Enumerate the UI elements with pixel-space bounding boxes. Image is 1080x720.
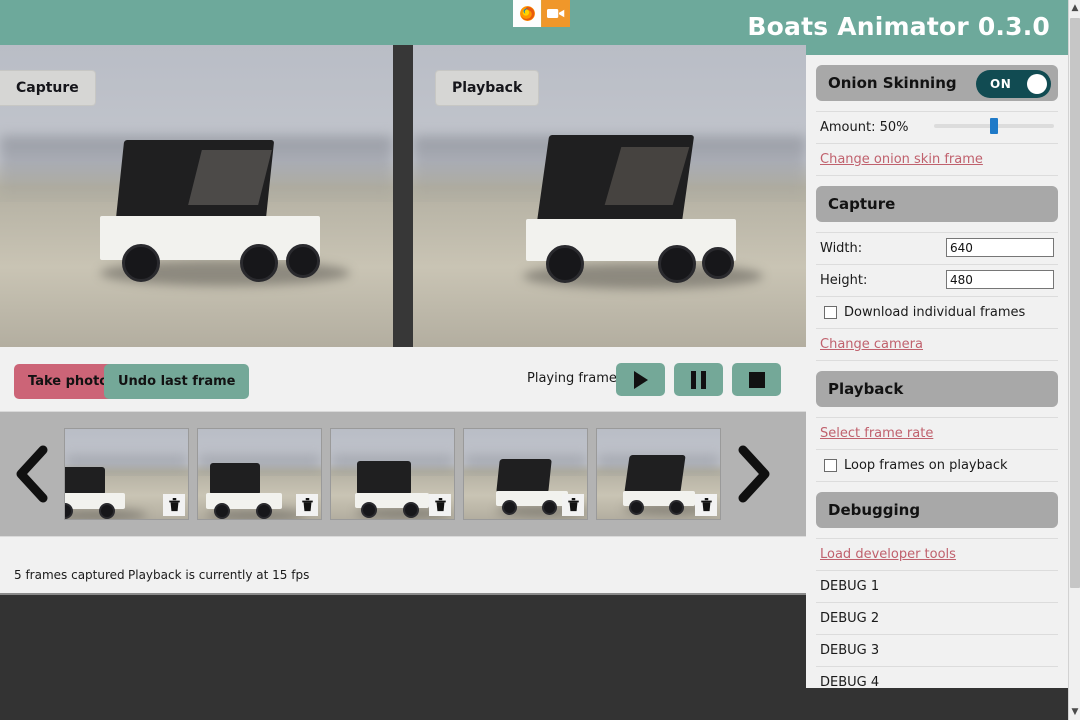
playback-preview[interactable]: Playback bbox=[413, 45, 806, 347]
frame-reel bbox=[0, 412, 806, 536]
onion-amount-slider[interactable] bbox=[934, 118, 1054, 134]
chevron-left-icon bbox=[16, 445, 48, 503]
playback-label: Playback bbox=[435, 70, 540, 106]
load-developer-tools-row: Load developer tools bbox=[816, 538, 1058, 571]
section-header-playback: Playback bbox=[816, 371, 1058, 407]
slider-thumb[interactable] bbox=[990, 118, 998, 134]
download-individual-frames-label: Download individual frames bbox=[844, 305, 1026, 320]
debug-label-4: DEBUG 4 bbox=[820, 675, 880, 688]
delete-frame-button[interactable] bbox=[163, 494, 185, 516]
reel-prev-button[interactable] bbox=[0, 412, 64, 536]
firefox-icon bbox=[519, 6, 535, 21]
select-frame-rate-row: Select frame rate bbox=[816, 417, 1058, 450]
reel-next-button[interactable] bbox=[721, 412, 785, 536]
debug-row-1[interactable]: DEBUG 1 bbox=[816, 571, 1058, 603]
change-onion-skin-frame-link[interactable]: Change onion skin frame bbox=[820, 152, 983, 167]
width-label: Width: bbox=[820, 241, 863, 256]
scroll-up-icon[interactable]: ▲ bbox=[1069, 0, 1080, 16]
width-row: Width: bbox=[816, 232, 1058, 265]
trash-icon bbox=[700, 498, 712, 512]
camera-tab[interactable] bbox=[542, 0, 570, 27]
delete-frame-button[interactable] bbox=[695, 494, 717, 516]
list-item[interactable] bbox=[330, 428, 455, 520]
loop-frames-checkbox[interactable] bbox=[824, 459, 837, 472]
browser-tabstrip bbox=[513, 0, 570, 27]
onion-amount-label: Amount: 50% bbox=[820, 120, 909, 135]
capture-label: Capture bbox=[0, 70, 96, 106]
debug-label-3: DEBUG 3 bbox=[820, 643, 880, 658]
page-scrollbar-thumb[interactable] bbox=[1070, 18, 1080, 588]
trash-icon bbox=[168, 498, 180, 512]
video-camera-icon bbox=[547, 9, 565, 18]
capture-section-title: Capture bbox=[828, 195, 896, 213]
page-title: Boats Animator 0.3.0 bbox=[747, 12, 1050, 41]
delete-frame-button[interactable] bbox=[562, 494, 584, 516]
undo-last-frame-button[interactable]: Undo last frame bbox=[104, 364, 250, 399]
trash-icon bbox=[434, 498, 446, 512]
change-camera-link[interactable]: Change camera bbox=[820, 337, 923, 352]
debug-row-3[interactable]: DEBUG 3 bbox=[816, 635, 1058, 667]
height-input[interactable] bbox=[946, 270, 1054, 289]
status-bar bbox=[0, 536, 806, 595]
app-window: Boats Animator 0.3.0 Capture Playback Ta… bbox=[0, 0, 1080, 720]
chevron-right-icon bbox=[738, 445, 770, 503]
change-onion-skin-frame-row: Change onion skin frame bbox=[816, 144, 1058, 176]
load-developer-tools-link[interactable]: Load developer tools bbox=[820, 547, 956, 562]
loop-frames-label: Loop frames on playback bbox=[844, 458, 1008, 473]
firefox-tab[interactable] bbox=[513, 0, 542, 27]
onion-skinning-toggle[interactable]: ON bbox=[976, 70, 1051, 98]
loop-frames-row: Loop frames on playback bbox=[816, 450, 1058, 482]
pause-icon bbox=[691, 370, 706, 389]
section-header-debugging: Debugging bbox=[816, 492, 1058, 528]
height-row: Height: bbox=[816, 265, 1058, 297]
onion-skinning-title: Onion Skinning bbox=[828, 74, 957, 92]
stop-button[interactable] bbox=[732, 363, 781, 396]
list-item[interactable] bbox=[463, 428, 588, 520]
debug-label-2: DEBUG 2 bbox=[820, 611, 880, 626]
settings-sidebar: Onion Skinning ON Amount: 50% Change oni… bbox=[806, 55, 1068, 688]
trash-icon bbox=[301, 498, 313, 512]
pane-divider bbox=[393, 45, 413, 347]
onion-skinning-toggle-label: ON bbox=[990, 77, 1012, 91]
page-scrollbar[interactable]: ▲ ▼ bbox=[1068, 0, 1080, 720]
frames-captured-status: 5 frames captured bbox=[14, 568, 125, 582]
play-button[interactable] bbox=[616, 363, 665, 396]
width-input[interactable] bbox=[946, 238, 1054, 257]
download-frames-row: Download individual frames bbox=[816, 297, 1058, 329]
video-area: Capture Playback bbox=[0, 45, 806, 347]
delete-frame-button[interactable] bbox=[296, 494, 318, 516]
download-individual-frames-checkbox[interactable] bbox=[824, 306, 837, 319]
capture-preview[interactable]: Capture bbox=[0, 45, 393, 347]
list-item[interactable] bbox=[596, 428, 721, 520]
section-header-capture: Capture bbox=[816, 186, 1058, 222]
scroll-down-icon[interactable]: ▼ bbox=[1069, 704, 1080, 720]
playing-frame-status: Playing frame 5 bbox=[527, 371, 630, 386]
debug-row-4[interactable]: DEBUG 4 bbox=[816, 667, 1058, 688]
debugging-section-title: Debugging bbox=[828, 501, 921, 519]
playback-section-title: Playback bbox=[828, 380, 904, 398]
list-item[interactable] bbox=[197, 428, 322, 520]
play-icon bbox=[633, 370, 648, 389]
fps-status: Playback is currently at 15 fps bbox=[128, 568, 310, 582]
debug-row-2[interactable]: DEBUG 2 bbox=[816, 603, 1058, 635]
onion-amount-row: Amount: 50% bbox=[816, 111, 1058, 144]
select-frame-rate-link[interactable]: Select frame rate bbox=[820, 426, 933, 441]
frame-thumbnail-list bbox=[64, 428, 721, 520]
delete-frame-button[interactable] bbox=[429, 494, 451, 516]
trash-icon bbox=[567, 498, 579, 512]
change-camera-row: Change camera bbox=[816, 329, 1058, 361]
pause-button[interactable] bbox=[674, 363, 723, 396]
stop-icon bbox=[748, 371, 765, 388]
list-item[interactable] bbox=[64, 428, 189, 520]
debug-label-1: DEBUG 1 bbox=[820, 579, 880, 594]
height-label: Height: bbox=[820, 273, 868, 288]
section-header-onion-skinning: Onion Skinning ON bbox=[816, 65, 1058, 101]
toggle-knob bbox=[1027, 74, 1047, 94]
